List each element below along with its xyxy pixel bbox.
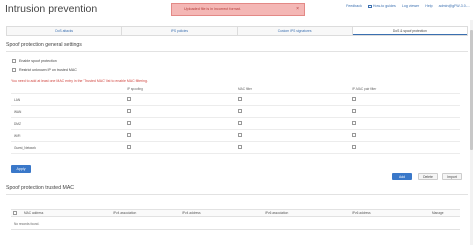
enable-spoof-checkbox[interactable] xyxy=(12,59,16,63)
tab-custom-ips-signatures[interactable]: Custom IPS signatures xyxy=(238,27,353,35)
restrict-unknown-checkbox[interactable] xyxy=(12,68,16,72)
zone-label-dmz: DMZ xyxy=(14,122,21,126)
th-ipv6-association: IPv6 association xyxy=(265,211,289,215)
th-ipv4-address: IPv4 address xyxy=(182,211,201,215)
wifi-ip-spoofing-checkbox[interactable] xyxy=(127,133,131,137)
trusted-mac-table-header xyxy=(11,209,460,217)
guest-ip-mac-pair-checkbox[interactable] xyxy=(352,145,356,149)
col-mac-filter: MAC filter xyxy=(238,87,252,91)
col-ip-mac-pair-filter: IP-MAC pair filter xyxy=(352,87,377,91)
zone-label-wan: WAN xyxy=(14,110,22,114)
lan-ip-spoofing-checkbox[interactable] xyxy=(127,97,131,101)
row-divider xyxy=(11,117,460,118)
divider xyxy=(6,51,468,52)
dmz-mac-filter-checkbox[interactable] xyxy=(238,121,242,125)
zone-label-wifi: WiFi xyxy=(14,134,21,138)
tab-bar: DoS attacks IPS policies Custom IPS sign… xyxy=(6,26,468,36)
col-ip-spoofing: IP spoofing xyxy=(127,87,143,91)
wifi-mac-filter-checkbox[interactable] xyxy=(238,133,242,137)
apply-button[interactable]: Apply xyxy=(11,165,31,173)
row-divider xyxy=(11,105,460,106)
row-divider xyxy=(11,129,460,130)
alert-message: Uploaded file is in incorrect format. xyxy=(184,6,241,11)
wan-ip-spoofing-checkbox[interactable] xyxy=(127,109,131,113)
import-button[interactable]: Import xyxy=(442,173,462,180)
log-viewer-link[interactable]: Log viewer xyxy=(402,4,419,8)
th-mac-address: MAC address xyxy=(24,211,44,215)
select-all-checkbox[interactable] xyxy=(13,211,17,215)
row-divider xyxy=(11,153,460,154)
how-to-guides-label: How-to guides xyxy=(372,4,396,8)
th-manage: Manage xyxy=(432,211,444,215)
how-to-guides-link[interactable]: How-to guides xyxy=(367,4,396,8)
row-divider xyxy=(11,93,460,94)
row-divider xyxy=(11,141,460,142)
divider xyxy=(6,194,468,195)
error-alert: Uploaded file is in incorrect format. × xyxy=(171,3,305,16)
empty-table-message: No records found. xyxy=(14,222,40,226)
page-title: Intrusion prevention xyxy=(5,3,98,15)
th-ipv4-association: IPv4 association xyxy=(113,211,137,215)
wan-ip-mac-pair-checkbox[interactable] xyxy=(352,109,356,113)
trusted-mac-title: Spoof protection trusted MAC xyxy=(6,185,75,191)
zone-label-guest-network: Guest_Network xyxy=(14,146,36,150)
delete-button[interactable]: Delete xyxy=(418,173,438,180)
restrict-unknown-label: Restrict unknown IP on trusted MAC xyxy=(19,68,77,72)
close-icon[interactable]: × xyxy=(296,6,299,12)
wan-mac-filter-checkbox[interactable] xyxy=(238,109,242,113)
zone-label-lan: LAN xyxy=(14,98,21,102)
tab-dos-spoof-protection[interactable]: DoS & spoof protection xyxy=(352,27,467,35)
lan-ip-mac-pair-checkbox[interactable] xyxy=(352,97,356,101)
help-link[interactable]: Help xyxy=(425,4,432,8)
dmz-ip-mac-pair-checkbox[interactable] xyxy=(352,121,356,125)
lan-mac-filter-checkbox[interactable] xyxy=(238,97,242,101)
enable-spoof-label: Enable spoof protection xyxy=(19,59,57,63)
th-ipv6-address: IPv6 address xyxy=(352,211,371,215)
tab-dos-attacks[interactable]: DoS attacks xyxy=(7,27,123,35)
scrollbar-thumb[interactable] xyxy=(470,30,473,150)
user-menu[interactable]: admin@gFW-3.0-... xyxy=(439,4,470,8)
tab-ips-policies[interactable]: IPS policies xyxy=(122,27,238,35)
table-bottom-border xyxy=(11,229,460,230)
guest-mac-filter-checkbox[interactable] xyxy=(238,145,242,149)
dmz-ip-spoofing-checkbox[interactable] xyxy=(127,121,131,125)
mac-warning-text: You need to add at least one MAC entry i… xyxy=(11,79,148,83)
wifi-ip-mac-pair-checkbox[interactable] xyxy=(352,133,356,137)
video-icon xyxy=(367,4,372,8)
header-links: Feedback How-to guides Log viewer Help a… xyxy=(346,4,470,8)
general-settings-title: Spoof protection general settings xyxy=(6,42,82,48)
guest-ip-spoofing-checkbox[interactable] xyxy=(127,145,131,149)
feedback-link[interactable]: Feedback xyxy=(346,4,362,8)
add-button[interactable]: Add xyxy=(392,173,412,180)
